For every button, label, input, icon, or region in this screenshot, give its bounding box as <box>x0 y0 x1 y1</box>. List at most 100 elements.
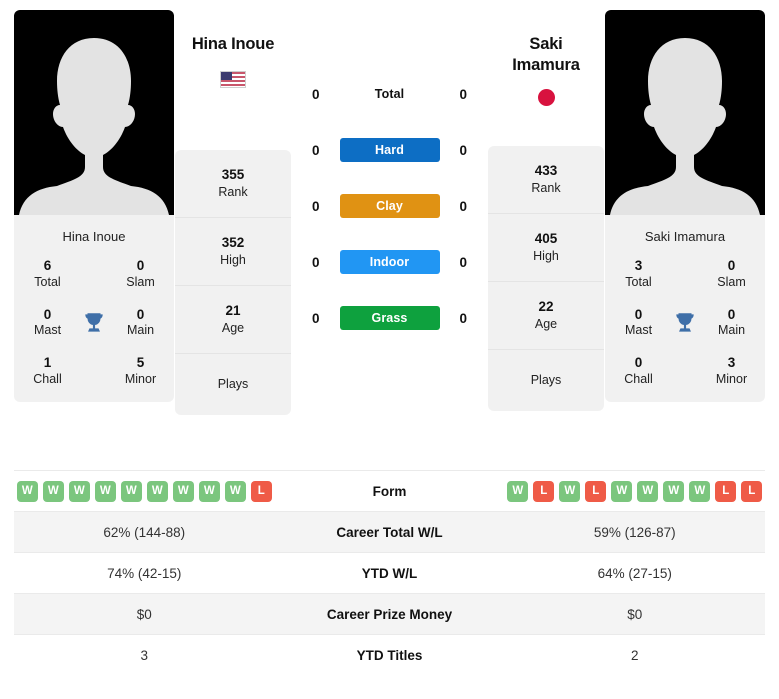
surface-button-grass[interactable]: Grass <box>339 306 440 330</box>
left-career-total-wl: 62% (144-88) <box>103 524 186 540</box>
right-titles-mast: 0 Mast <box>609 307 668 340</box>
right-titles-total: 3 Total <box>609 258 668 291</box>
right-titles-main-label: Main <box>717 323 746 338</box>
left-form-badge: W <box>198 480 220 502</box>
left-form-badge: L <box>250 480 272 502</box>
h2h-row-total: 0 Total 0 <box>292 66 487 122</box>
left-titles-card: Hina Inoue 6 Total 0 Slam 0 Mast 0 Main … <box>14 215 174 402</box>
left-titles-minor-value: 5 <box>136 355 145 370</box>
table-label-form: Form <box>372 483 407 499</box>
right-age-value: 22 <box>538 299 554 315</box>
left-titles-main-label: Main <box>126 323 155 338</box>
left-titles-total: 6 Total <box>18 258 77 291</box>
h2h-total-left: 0 <box>311 86 320 102</box>
left-titles-slam-label: Slam <box>126 274 155 289</box>
h2h-total-right: 0 <box>459 86 467 102</box>
h2h-indoor-left: 0 <box>311 254 320 270</box>
right-form-badge: W <box>507 480 529 502</box>
left-titles-main-value: 0 <box>136 306 145 322</box>
h2h-clay-right: 0 <box>459 198 467 214</box>
table-row-career-prize-money: $0 Career Prize Money $0 <box>14 593 765 634</box>
avatar-silhouette-icon <box>610 38 760 215</box>
left-player-name[interactable]: Hina Inoue <box>174 34 292 55</box>
surface-button-hard[interactable]: Hard <box>339 138 440 162</box>
right-rank-box: 433 Rank <box>488 146 604 214</box>
avatar-silhouette-icon <box>19 38 169 215</box>
left-name-and-stats: Hina Inoue 355 Rank 352 High 21 Age Play… <box>174 10 292 416</box>
right-player-name-line1: Saki <box>529 35 563 53</box>
right-ytd-wl: 64% (27-15) <box>597 565 672 581</box>
left-form-badge: W <box>16 480 38 502</box>
right-titles-minor: 3 Minor <box>702 355 761 388</box>
left-titles-chall-label: Chall <box>33 371 62 386</box>
right-age-label: Age <box>534 317 558 332</box>
left-form-badge: W <box>172 480 194 502</box>
right-form-badge: W <box>611 480 633 502</box>
left-titles-mast-label: Mast <box>33 323 62 338</box>
right-career-total-wl: 59% (126-87) <box>593 524 676 540</box>
right-player-name[interactable]: Saki Imamura <box>487 34 605 76</box>
flag-us-icon <box>220 71 246 89</box>
right-titles-slam: 0 Slam <box>702 258 761 291</box>
right-titles-total-label: Total <box>625 274 652 289</box>
h2h-hard-right: 0 <box>459 142 467 158</box>
left-age-box: 21 Age <box>175 285 291 354</box>
right-form-badges: WLWLWWWWLL <box>505 480 766 502</box>
surface-h2h-column: 0 Total 0 0 Hard 0 0 Clay 0 0 Indoor 0 0 <box>292 10 487 346</box>
left-ytd-wl: 74% (42-15) <box>107 565 182 581</box>
right-form-badge: L <box>715 480 737 502</box>
table-label-ytd-titles: YTD Titles <box>356 647 423 663</box>
right-high-box: 405 High <box>488 213 604 282</box>
left-age-label: Age <box>221 321 245 336</box>
left-form-badge: W <box>224 480 246 502</box>
table-row-career-total-wl: 62% (144-88) Career Total W/L 59% (126-8… <box>14 511 765 552</box>
left-titles-main: 0 Main <box>111 307 170 340</box>
left-form-badge: W <box>42 480 64 502</box>
right-form-badge: W <box>663 480 685 502</box>
left-age-value: 21 <box>225 303 241 319</box>
left-stat-stack: 355 Rank 352 High 21 Age Plays <box>175 128 291 416</box>
left-plays-box: Plays <box>175 353 291 416</box>
left-form-badge: W <box>68 480 90 502</box>
right-titles-slam-label: Slam <box>717 274 746 289</box>
left-high-box: 352 High <box>175 217 291 286</box>
h2h-row-clay: 0 Clay 0 <box>292 178 487 234</box>
right-high-label: High <box>533 249 559 264</box>
right-form-badge: L <box>585 480 607 502</box>
right-titles-total-value: 3 <box>634 258 643 273</box>
left-flag-wrap <box>174 71 292 89</box>
right-name-and-stats: Saki Imamura 433 Rank 405 High 22 Age Pl… <box>487 10 605 412</box>
table-label-career-prize-money: Career Prize Money <box>326 606 453 622</box>
right-titles-main: 0 Main <box>702 307 761 340</box>
left-titles-chall: 1 Chall <box>18 355 77 388</box>
table-row-form: WWWWWWWWWL Form WLWLWWWWLL <box>14 470 765 511</box>
left-player-profile: Hina Inoue 6 Total 0 Slam 0 Mast 0 Main … <box>14 10 174 402</box>
left-titles-grid: 6 Total 0 Slam 0 Mast 0 Main 1 Chall 5 M… <box>18 258 170 388</box>
left-player-nameblock: Hina Inoue <box>174 10 292 128</box>
left-ytd-titles: 3 <box>140 647 148 663</box>
right-plays-box: Plays <box>488 349 604 412</box>
right-player-photo <box>605 10 765 215</box>
left-titles-total-value: 6 <box>43 258 52 273</box>
left-high-label: High <box>220 253 246 268</box>
right-titles-slam-value: 0 <box>727 258 736 273</box>
right-ytd-titles: 2 <box>630 647 639 663</box>
right-player-name-line2: Imamura <box>512 56 580 75</box>
right-titles-card: Saki Imamura 3 Total 0 Slam 0 Mast 0 Mai… <box>605 215 765 402</box>
surface-label-total: Total <box>374 87 405 101</box>
left-titles-mast: 0 Mast <box>18 307 77 340</box>
left-titles-slam-value: 0 <box>136 258 145 273</box>
left-rank-value: 355 <box>221 167 245 182</box>
h2h-clay-left: 0 <box>311 198 320 214</box>
left-titles-mast-value: 0 <box>43 306 52 322</box>
left-rank-label: Rank <box>218 185 248 200</box>
right-titles-player-name: Saki Imamura <box>644 229 726 244</box>
surface-button-clay[interactable]: Clay <box>339 194 440 218</box>
surface-button-indoor[interactable]: Indoor <box>339 250 440 274</box>
right-flag-wrap <box>487 89 605 107</box>
left-titles-minor-label: Minor <box>124 371 157 386</box>
right-titles-minor-label: Minor <box>715 371 748 386</box>
left-rank-box: 355 Rank <box>175 150 291 218</box>
right-form-badge: W <box>637 480 659 502</box>
table-row-ytd-titles: 3 YTD Titles 2 <box>14 634 765 675</box>
